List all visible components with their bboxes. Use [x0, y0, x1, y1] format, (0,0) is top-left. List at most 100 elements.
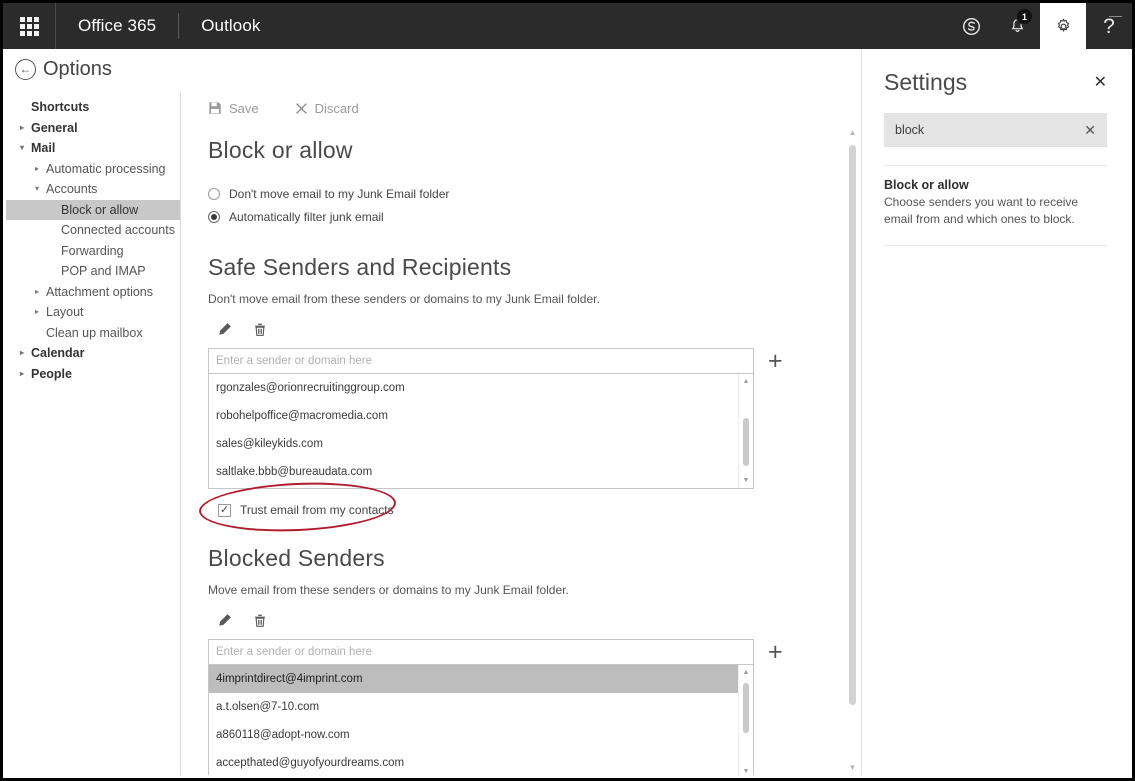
edit-pencil-icon[interactable]: [217, 322, 232, 342]
list-item[interactable]: rgonzales@orionrecruitinggroup.com: [209, 374, 753, 402]
blocked-senders-listbox[interactable]: 4imprintdirect@4imprint.com a.t.olsen@7-1…: [208, 665, 754, 775]
settings-search-result[interactable]: Block or allow Choose senders you want t…: [884, 166, 1107, 229]
chevron-down-icon: ▾: [20, 143, 25, 152]
sidebar-item-accounts[interactable]: ▾ Accounts: [6, 179, 180, 200]
list-item[interactable]: a860118@adopt-now.com: [209, 721, 753, 749]
sidebar-item-clean-up-mailbox[interactable]: Clean up mailbox: [6, 323, 180, 344]
notification-bell-icon[interactable]: 1: [994, 3, 1040, 49]
office-suite-bar: Office 365 Outlook 1 ?: [3, 3, 1132, 49]
sidebar-item-block-or-allow[interactable]: Block or allow: [6, 199, 180, 220]
add-safe-sender-button[interactable]: +: [768, 348, 783, 374]
settings-panel: Settings ✕ block ✕ Block or allow Choose…: [861, 49, 1129, 775]
list-item[interactable]: sales@kileykids.com: [209, 430, 753, 458]
discard-label: Discard: [314, 100, 359, 116]
chevron-right-icon: ▸: [35, 163, 40, 173]
radio-button[interactable]: [208, 210, 220, 223]
sidebar-item-mail[interactable]: ▾ Mail: [6, 138, 180, 159]
list-item[interactable]: accepthated@guyofyourdreams.com: [209, 749, 753, 775]
discard-button[interactable]: Discard: [295, 101, 359, 116]
discard-x-icon: [295, 102, 307, 114]
scrollbar-thumb[interactable]: [743, 683, 749, 733]
sidebar-item-label: Shortcuts: [31, 100, 90, 114]
delete-trash-icon[interactable]: [253, 322, 267, 342]
settings-header: Settings ✕: [884, 49, 1107, 96]
sidebar-item-general[interactable]: ▸ General: [6, 118, 180, 139]
save-label: Save: [229, 100, 259, 116]
sidebar-item-label: Forwarding: [61, 243, 124, 258]
blocked-senders-list: 4imprintdirect@4imprint.com a.t.olsen@7-1…: [209, 665, 753, 775]
sidebar-item-layout[interactable]: ▸ Layout: [6, 302, 180, 323]
chevron-right-icon: ▸: [20, 368, 25, 378]
junk-option-label: Automatically filter junk email: [229, 209, 384, 224]
scroll-up-arrow-icon[interactable]: ▲: [739, 666, 753, 679]
suite-bar-actions: 1 ?: [948, 3, 1132, 49]
sidebar-item-people[interactable]: ▸ People: [6, 364, 180, 385]
list-item[interactable]: 4imprintdirect@4imprint.com: [209, 665, 753, 693]
blocked-senders-heading: Blocked Senders: [208, 545, 385, 571]
sidebar-item-automatic-processing[interactable]: ▸ Automatic processing: [6, 159, 180, 180]
sidebar-item-label: Attachment options: [46, 284, 154, 299]
options-header: ← Options: [6, 49, 181, 89]
office-365-brand[interactable]: Office 365: [56, 16, 178, 36]
add-blocked-sender-button[interactable]: +: [768, 639, 783, 665]
safe-senders-toolbar: [208, 320, 861, 344]
sidebar-item-label: Block or allow: [61, 202, 139, 217]
safe-senders-listbox[interactable]: rgonzales@orionrecruitinggroup.com robohe…: [208, 374, 754, 489]
help-icon[interactable]: ?: [1086, 3, 1132, 49]
sidebar-item-label: Connected accounts: [61, 223, 175, 237]
list-item[interactable]: saltlake.bbb@bureaudata.com: [209, 458, 753, 486]
gear-icon[interactable]: [1040, 3, 1086, 49]
sidebar-item-label: Mail: [31, 141, 56, 155]
back-arrow-icon[interactable]: ←: [15, 58, 36, 80]
app-name-outlook[interactable]: Outlook: [179, 16, 282, 36]
skype-icon[interactable]: [948, 3, 994, 49]
main-scrollbar[interactable]: ▲ ▼: [844, 125, 861, 775]
scroll-down-arrow-icon[interactable]: ▼: [739, 474, 753, 487]
app-launcher-button[interactable]: [3, 3, 56, 49]
sidebar-item-label: Calendar: [31, 346, 85, 360]
scroll-up-arrow-icon[interactable]: ▲: [844, 125, 861, 140]
blocked-sender-input[interactable]: Enter a sender or domain here: [208, 639, 754, 665]
radio-button[interactable]: [208, 187, 220, 200]
scroll-down-arrow-icon[interactable]: ▼: [844, 760, 861, 775]
notification-count-badge: 1: [1016, 8, 1033, 25]
close-icon[interactable]: ✕: [1094, 74, 1107, 91]
sidebar-item-shortcuts[interactable]: Shortcuts: [6, 97, 180, 118]
sidebar-item-connected-accounts[interactable]: Connected accounts: [6, 220, 180, 241]
junk-option-label: Don't move email to my Junk Email folder: [229, 186, 450, 201]
clear-search-icon[interactable]: ✕: [1084, 123, 1096, 137]
safe-sender-input[interactable]: Enter a sender or domain here: [208, 348, 754, 374]
scroll-down-arrow-icon[interactable]: ▼: [739, 765, 753, 775]
junk-option-row[interactable]: Automatically filter junk email: [208, 205, 861, 228]
trust-contacts-checkbox[interactable]: ✓: [218, 503, 231, 517]
settings-title: Settings: [884, 69, 968, 95]
edit-pencil-icon[interactable]: [217, 613, 232, 633]
sidebar-item-label: Automatic processing: [46, 161, 166, 176]
save-disk-icon: [209, 102, 221, 114]
save-button[interactable]: Save: [208, 101, 259, 116]
list-item[interactable]: robohelpoffice@macromedia.com: [209, 402, 753, 430]
sidebar-item-attachment-options[interactable]: ▸ Attachment options: [6, 282, 180, 303]
list-item[interactable]: a.t.olsen@7-10.com: [209, 693, 753, 721]
trust-contacts-label: Trust email from my contacts: [240, 503, 394, 517]
blocked-senders-scrollbar[interactable]: ▲ ▼: [738, 665, 753, 775]
safe-senders-scrollbar[interactable]: ▲ ▼: [738, 374, 753, 488]
chevron-right-icon: ▸: [20, 348, 25, 357]
safe-senders-heading: Safe Senders and Recipients: [208, 254, 512, 280]
trust-contacts-row[interactable]: ✓ Trust email from my contacts: [218, 499, 861, 521]
delete-trash-icon[interactable]: [253, 613, 267, 633]
scroll-up-arrow-icon[interactable]: ▲: [739, 375, 753, 388]
page-title: Options: [43, 57, 112, 80]
sidebar-item-pop-and-imap[interactable]: POP and IMAP: [6, 261, 180, 282]
settings-search-value: block: [895, 123, 925, 137]
scrollbar-thumb[interactable]: [849, 145, 856, 705]
settings-search-field[interactable]: block ✕: [884, 113, 1107, 147]
scrollbar-thumb[interactable]: [743, 418, 749, 466]
junk-option-row[interactable]: Don't move email to my Junk Email folder: [208, 182, 861, 205]
minimize-button[interactable]: [1109, 16, 1122, 17]
chevron-down-icon: ▾: [35, 184, 40, 193]
chevron-right-icon: ▸: [35, 286, 40, 296]
sidebar-item-calendar[interactable]: ▸ Calendar: [6, 343, 180, 364]
sidebar-item-forwarding[interactable]: Forwarding: [6, 241, 180, 262]
waffle-grid-icon: [19, 16, 39, 36]
